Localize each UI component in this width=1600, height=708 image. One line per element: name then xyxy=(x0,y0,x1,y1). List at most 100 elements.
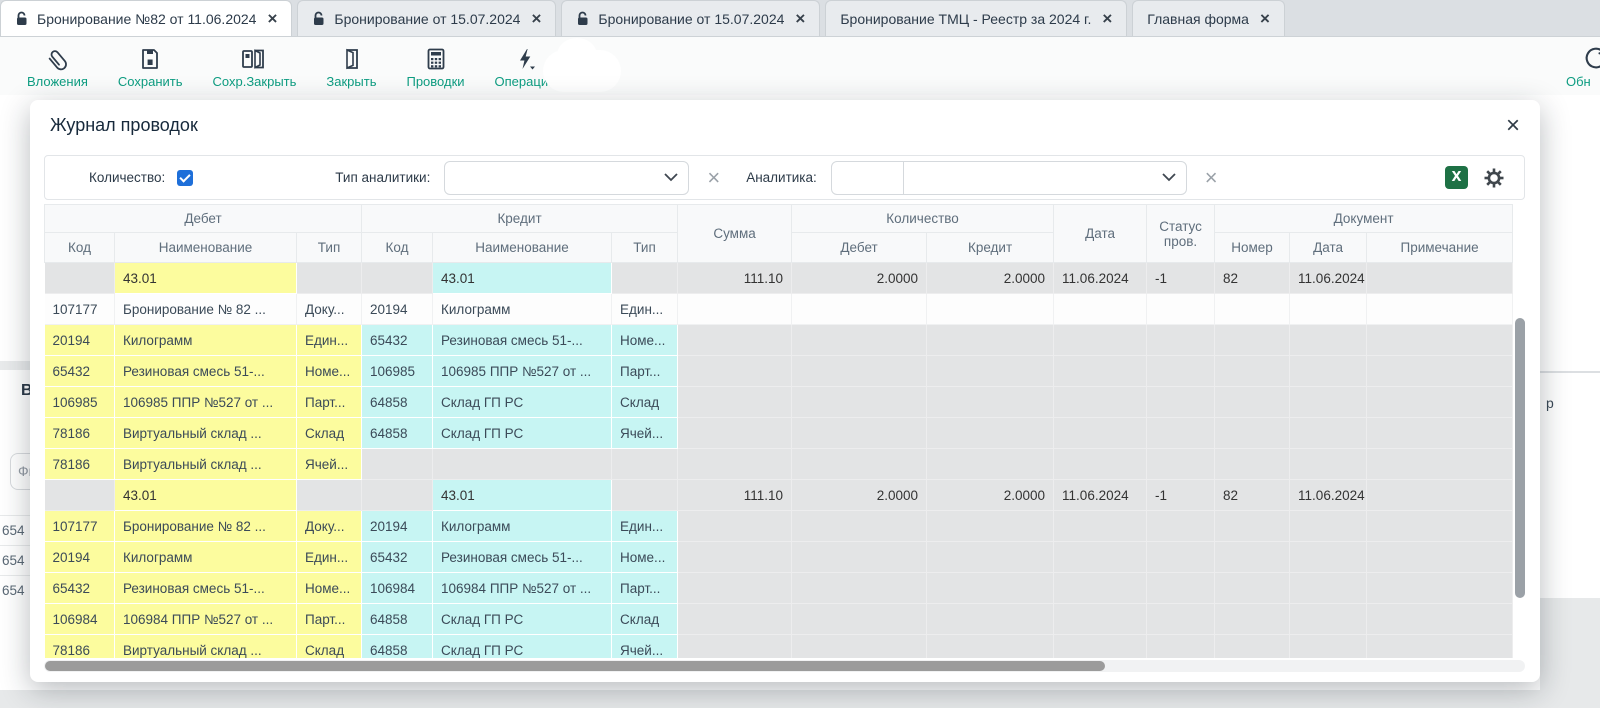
vertical-scrollbar-thumb[interactable] xyxy=(1515,318,1525,598)
analytics-clear-icon[interactable]: × xyxy=(1205,167,1218,189)
cell xyxy=(1147,604,1215,635)
transaction-row[interactable]: 78186Виртуальный склад ...Склад64858Скла… xyxy=(45,635,1513,659)
transaction-row[interactable]: 65432Резиновая смесь 51-...Номе...106985… xyxy=(45,356,1513,387)
cell xyxy=(1367,387,1513,418)
cell xyxy=(1215,449,1290,480)
header-doc-group: Документ xyxy=(1215,205,1513,233)
cell xyxy=(1367,449,1513,480)
toolbar-button[interactable]: Сохранить xyxy=(103,38,198,94)
cell xyxy=(1147,449,1215,480)
cell: 82 xyxy=(1215,263,1290,294)
transaction-row[interactable]: 78186Виртуальный склад ...Ячей... xyxy=(45,449,1513,480)
toolbar-button[interactable]: Вложения xyxy=(12,38,103,94)
cell: Един... xyxy=(297,325,362,356)
analytics-type-select[interactable] xyxy=(444,161,689,195)
transaction-row[interactable]: 106985106985 ППР №527 от ...Парт...64858… xyxy=(45,387,1513,418)
cell xyxy=(927,635,1054,659)
cell xyxy=(1215,573,1290,604)
tab-close-icon[interactable]: × xyxy=(531,10,541,27)
cell: 106984 ППР №527 от ... xyxy=(115,604,297,635)
cell xyxy=(678,449,792,480)
modal-close-icon[interactable]: × xyxy=(1506,116,1520,136)
header-qty-credit: Кредит xyxy=(927,233,1054,263)
cell: 65432 xyxy=(45,573,115,604)
cell: 43.01 xyxy=(433,480,612,511)
cell xyxy=(678,511,792,542)
cell xyxy=(1147,294,1215,325)
tab-close-icon[interactable]: × xyxy=(795,10,805,27)
transaction-row[interactable]: 106984106984 ППР №527 от ...Парт...64858… xyxy=(45,604,1513,635)
cell xyxy=(1367,604,1513,635)
header-credit-code: Код xyxy=(362,233,433,263)
cell: Склад ГП РС xyxy=(433,387,612,418)
toolbar-button[interactable]: Закрыть xyxy=(311,38,391,94)
tab[interactable]: Главная форма × xyxy=(1132,0,1285,36)
cell xyxy=(1367,635,1513,659)
chevron-down-icon xyxy=(664,173,678,182)
cell xyxy=(678,294,792,325)
header-debit-type: Тип xyxy=(297,233,362,263)
cell xyxy=(1054,325,1147,356)
cell xyxy=(792,635,927,659)
cell xyxy=(927,356,1054,387)
cell xyxy=(1290,604,1367,635)
cell: 43.01 xyxy=(433,263,612,294)
transaction-row[interactable]: 65432Резиновая смесь 51-...Номе...106984… xyxy=(45,573,1513,604)
tab[interactable]: Бронирование от 15.07.2024 × xyxy=(297,0,556,36)
summary-row[interactable]: 43.0143.01111.102.00002.000011.06.2024-1… xyxy=(45,480,1513,511)
cell: 106985 xyxy=(362,356,433,387)
application-window: Бронирование №82 от 11.06.2024 × Брониро… xyxy=(0,0,1600,708)
tab-close-icon[interactable]: × xyxy=(1102,10,1112,27)
analytics-code-input[interactable] xyxy=(832,162,904,194)
tab-close-icon[interactable]: × xyxy=(1260,10,1270,27)
transaction-row[interactable]: 20194КилограммЕдин...65432Резиновая смес… xyxy=(45,542,1513,573)
cell: Парт... xyxy=(612,356,678,387)
cell: Склад ГП РС xyxy=(433,604,612,635)
cell xyxy=(1147,325,1215,356)
cell: 111.10 xyxy=(678,263,792,294)
cell: 11.06.2024 xyxy=(1290,480,1367,511)
tab-label: Бронирование ТМЦ - Реестр за 2024 г. xyxy=(840,11,1091,27)
horizontal-scrollbar-thumb[interactable] xyxy=(45,661,1105,671)
transaction-row[interactable]: 107177Бронирование № 82 ...Доку...20194К… xyxy=(45,294,1513,325)
analytics-select[interactable] xyxy=(831,161,1187,195)
horizontal-scrollbar-track[interactable] xyxy=(44,660,1525,672)
cell xyxy=(792,294,927,325)
transaction-row[interactable]: 78186Виртуальный склад ...Склад64858Скла… xyxy=(45,418,1513,449)
cell xyxy=(1290,449,1367,480)
header-doc-number: Номер xyxy=(1215,233,1290,263)
cell: 20194 xyxy=(45,542,115,573)
tab[interactable]: Бронирование от 15.07.2024 × xyxy=(561,0,820,36)
transaction-row[interactable]: 107177Бронирование № 82 ...Доку...20194К… xyxy=(45,511,1513,542)
transaction-row[interactable]: 20194КилограммЕдин...65432Резиновая смес… xyxy=(45,325,1513,356)
cell xyxy=(927,294,1054,325)
paperclip-icon xyxy=(44,44,70,71)
cell xyxy=(1290,635,1367,659)
toolbar-button-label: Вложения xyxy=(27,74,88,89)
cell: Резиновая смесь 51-... xyxy=(115,573,297,604)
refresh-button[interactable]: Обн xyxy=(1566,44,1600,89)
cell xyxy=(1367,511,1513,542)
tab[interactable]: Бронирование ТМЦ - Реестр за 2024 г. × xyxy=(825,0,1127,36)
toolbar-button[interactable]: Сохр.Закрыть xyxy=(198,38,312,94)
cell xyxy=(1054,511,1147,542)
background-filter-input[interactable]: Фи xyxy=(10,453,30,490)
cell xyxy=(1054,449,1147,480)
white-cloud-overlay xyxy=(543,50,621,92)
cell xyxy=(927,325,1054,356)
analytics-type-clear-icon[interactable]: × xyxy=(707,167,720,189)
cell xyxy=(1367,542,1513,573)
toolbar-button[interactable]: Проводки xyxy=(391,38,479,94)
settings-gear-icon[interactable] xyxy=(1482,166,1506,190)
background-row: 654 xyxy=(0,515,30,545)
cell xyxy=(362,263,433,294)
cell: 2.0000 xyxy=(792,263,927,294)
cell xyxy=(678,356,792,387)
chevron-down-icon xyxy=(1162,173,1176,182)
summary-row[interactable]: 43.0143.01111.102.00002.000011.06.2024-1… xyxy=(45,263,1513,294)
quantity-checkbox[interactable] xyxy=(177,170,193,186)
tab[interactable]: Бронирование №82 от 11.06.2024 × xyxy=(0,0,292,36)
lightning-icon xyxy=(513,44,537,71)
tab-close-icon[interactable]: × xyxy=(267,10,277,27)
excel-export-icon[interactable]: X xyxy=(1445,166,1468,189)
